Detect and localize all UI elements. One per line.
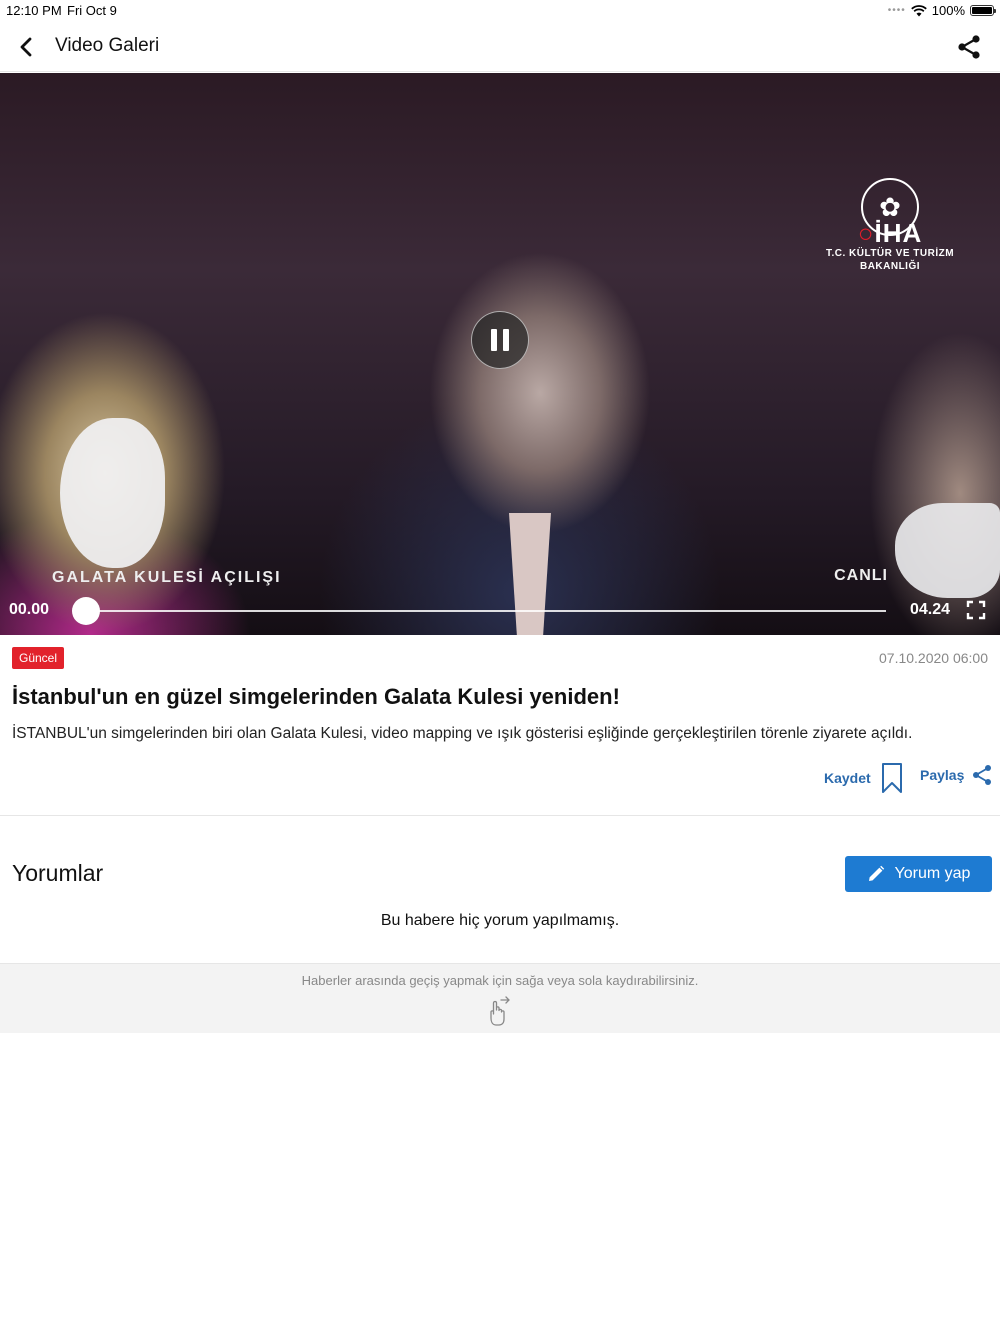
iha-brand: ○İHA bbox=[857, 218, 923, 248]
share-icon bbox=[973, 765, 992, 785]
article-date: 07.10.2020 06:00 bbox=[879, 650, 988, 666]
swipe-hint-text: Haberler arasında geçiş yapmak için sağa… bbox=[301, 973, 699, 988]
pause-button[interactable] bbox=[471, 311, 529, 369]
status-time: 12:10 PM bbox=[6, 3, 62, 18]
wifi-icon bbox=[910, 4, 927, 16]
video-frame-detail bbox=[60, 418, 165, 568]
video-caption: GALATA KULESİ AÇILIŞI bbox=[52, 569, 282, 586]
share-button[interactable] bbox=[956, 34, 982, 60]
current-time: 00.00 bbox=[9, 601, 50, 618]
empty-comments-message: Bu habere hiç yorum yapılmamış. bbox=[380, 912, 620, 929]
live-label: CANLI bbox=[834, 567, 888, 584]
swipe-hint: Haberler arasında geçiş yapmak için sağa… bbox=[0, 963, 1000, 1033]
category-badge[interactable]: Güncel bbox=[12, 647, 65, 669]
video-frame-detail bbox=[509, 513, 551, 635]
broadcaster-logo: ✿ ○İHA T.C. KÜLTÜR VE TURİZM BAKANLIĞI bbox=[820, 178, 960, 272]
iha-logo: ○İHA bbox=[820, 218, 960, 249]
write-comment-label: Yorum yap bbox=[894, 865, 971, 882]
battery-percent: 100% bbox=[931, 3, 965, 18]
swipe-hand-icon bbox=[490, 996, 510, 1026]
total-time: 04.24 bbox=[909, 601, 950, 618]
share-icon bbox=[958, 35, 980, 59]
back-button[interactable] bbox=[12, 34, 40, 60]
status-bar: 12:10 PM Fri Oct 9 •••• 100% bbox=[0, 0, 1000, 22]
progress-thumb[interactable] bbox=[72, 597, 100, 625]
chevron-left-icon bbox=[20, 37, 32, 57]
share-label: Paylaş bbox=[920, 767, 965, 783]
save-button[interactable]: Kaydet bbox=[824, 762, 903, 794]
comments-title: Yorumlar bbox=[12, 860, 104, 886]
article-title: İstanbul'un en güzel simgelerinden Galat… bbox=[12, 684, 620, 709]
pencil-icon bbox=[868, 865, 884, 881]
save-label: Kaydet bbox=[824, 770, 871, 786]
ministry-line-1: T.C. KÜLTÜR VE TURİZM bbox=[825, 248, 955, 259]
video-frame-detail bbox=[895, 503, 1000, 598]
divider bbox=[0, 815, 1000, 816]
bookmark-icon bbox=[881, 763, 902, 793]
pause-icon bbox=[491, 329, 497, 351]
video-player[interactable]: ✿ ○İHA T.C. KÜLTÜR VE TURİZM BAKANLIĞI G… bbox=[0, 73, 1000, 635]
nav-bar: Video Galeri bbox=[0, 22, 1000, 72]
page-title: Video Galeri bbox=[55, 35, 160, 56]
signal-icon: •••• bbox=[887, 5, 906, 16]
article-summary: İSTANBUL'un simgelerinden biri olan Gala… bbox=[12, 725, 913, 742]
fullscreen-icon bbox=[966, 600, 986, 620]
battery-icon bbox=[970, 5, 996, 16]
write-comment-button[interactable]: Yorum yap bbox=[845, 856, 992, 892]
status-indicators: •••• 100% bbox=[887, 3, 996, 18]
status-date: Fri Oct 9 bbox=[67, 3, 117, 18]
share-article-button[interactable]: Paylaş bbox=[920, 764, 992, 786]
ministry-line-2: BAKANLIĞI bbox=[859, 261, 921, 272]
fullscreen-button[interactable] bbox=[966, 600, 986, 620]
progress-bar[interactable] bbox=[86, 610, 886, 612]
